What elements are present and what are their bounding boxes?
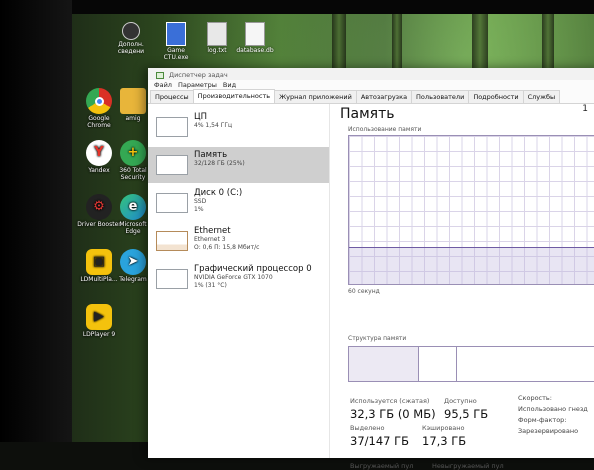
memory-detail-pane: Память 1 Использование памяти 60 секунд … xyxy=(338,104,594,470)
ldmultiplayer-icon: ▣ xyxy=(86,249,112,275)
side-stat-reserved: Зарезервировано xyxy=(518,427,579,435)
desktop-icon-database[interactable]: database.db xyxy=(234,22,276,55)
tab-services[interactable]: Службы xyxy=(522,90,561,103)
tab-app-history[interactable]: Журнал приложений xyxy=(274,90,357,103)
stat-paged-pool: Выгружаемый пул xyxy=(350,462,414,470)
structure-modified xyxy=(419,347,457,381)
gpu-thumbnail-graph xyxy=(156,269,188,289)
desktop-icon-info[interactable]: Дополн. сведени xyxy=(110,22,152,55)
stat-in-use: Используется (сжатая) 32,3 ГБ (0 МБ) xyxy=(350,397,436,421)
memory-usage-fill xyxy=(349,247,594,284)
disk-thumbnail-graph xyxy=(156,193,188,213)
perf-item-gpu[interactable]: Графический процессор 0 NVIDIA GeForce G… xyxy=(148,261,329,297)
folder-icon xyxy=(120,88,146,114)
window-title: Диспетчер задач xyxy=(169,71,228,79)
tab-processes[interactable]: Процессы xyxy=(150,90,194,103)
desktop-icon-360-security[interactable]: + 360 Total Security xyxy=(114,140,152,182)
yandex-icon: Y xyxy=(86,140,112,166)
exe-icon xyxy=(166,22,186,46)
perf-item-cpu[interactable]: ЦП 4% 1,54 ГГц xyxy=(148,109,329,145)
monitor-bezel-top xyxy=(0,0,594,14)
perf-item-disk[interactable]: Диск 0 (C:) SSD 1% xyxy=(148,185,329,221)
desktop-icon-ldplayer[interactable]: ▶ LDPlayer 9 xyxy=(76,304,122,339)
tab-performance[interactable]: Производительность xyxy=(192,89,276,103)
memory-title: Память xyxy=(340,106,395,122)
clock-icon xyxy=(122,22,140,40)
menu-file[interactable]: Файл xyxy=(154,81,172,90)
tab-startup[interactable]: Автозагрузка xyxy=(355,90,413,103)
memory-structure-bar xyxy=(348,346,594,382)
desktop-icon-edge[interactable]: e Microsoft Edge xyxy=(114,194,152,236)
memory-structure-label: Структура памяти xyxy=(348,335,407,342)
ldplayer-icon: ▶ xyxy=(86,304,112,330)
driver-booster-icon: ⚙ xyxy=(86,194,112,220)
memory-usage-graph xyxy=(348,135,594,285)
perf-item-ethernet[interactable]: Ethernet Ethernet 3 О: 0,6 П: 15,8 Мбит/… xyxy=(148,223,329,259)
monitor-bezel-left xyxy=(0,0,72,442)
stat-nonpaged-pool: Невыгружаемый пул xyxy=(432,462,504,470)
database-icon xyxy=(245,22,265,46)
side-stat-form-factor: Форм-фактор: xyxy=(518,416,567,424)
memory-usage-label: Использование памяти xyxy=(348,126,422,133)
memory-capacity-glyph: 1 xyxy=(582,104,588,114)
structure-standby xyxy=(457,347,594,381)
ethernet-thumbnail-graph xyxy=(156,231,188,251)
tab-details[interactable]: Подробности xyxy=(468,90,524,103)
security-360-icon: + xyxy=(120,140,146,166)
perf-item-memory[interactable]: Память 32/128 ГБ (25%) xyxy=(148,147,329,183)
desktop-icon-game[interactable]: Game CTU.exe xyxy=(155,22,197,61)
telegram-icon: ➤ xyxy=(120,249,146,275)
memory-thumbnail-graph xyxy=(156,155,188,175)
stat-committed: Выделено 37/147 ГБ xyxy=(350,424,410,448)
side-stat-slots: Использовано гнезд xyxy=(518,405,588,413)
side-stat-speed: Скорость: xyxy=(518,394,552,402)
edge-icon: e xyxy=(120,194,146,220)
desktop-icon-folder[interactable]: amig xyxy=(114,88,152,123)
chrome-icon xyxy=(86,88,112,114)
task-manager-window: Диспетчер задач Файл Параметры Вид Проце… xyxy=(148,68,594,470)
graph-time-label: 60 секунд xyxy=(348,288,380,295)
tab-bar: Процессы Производительность Журнал прило… xyxy=(148,89,594,104)
cpu-thumbnail-graph xyxy=(156,117,188,137)
tab-users[interactable]: Пользователи xyxy=(411,90,470,103)
desktop-icon-telegram[interactable]: ➤ Telegram xyxy=(114,249,152,284)
resource-list: ЦП 4% 1,54 ГГц Память 32/128 ГБ (25%) Ди… xyxy=(148,104,330,458)
stat-available: Доступно 95,5 ГБ xyxy=(444,397,489,421)
task-manager-icon xyxy=(156,71,164,79)
stat-cached: Кэшировано 17,3 ГБ xyxy=(422,424,467,448)
text-file-icon xyxy=(207,22,227,46)
title-bar[interactable]: Диспетчер задач xyxy=(148,68,594,80)
structure-in-use xyxy=(349,347,419,381)
desktop-icon-log[interactable]: log.txt xyxy=(196,22,238,55)
